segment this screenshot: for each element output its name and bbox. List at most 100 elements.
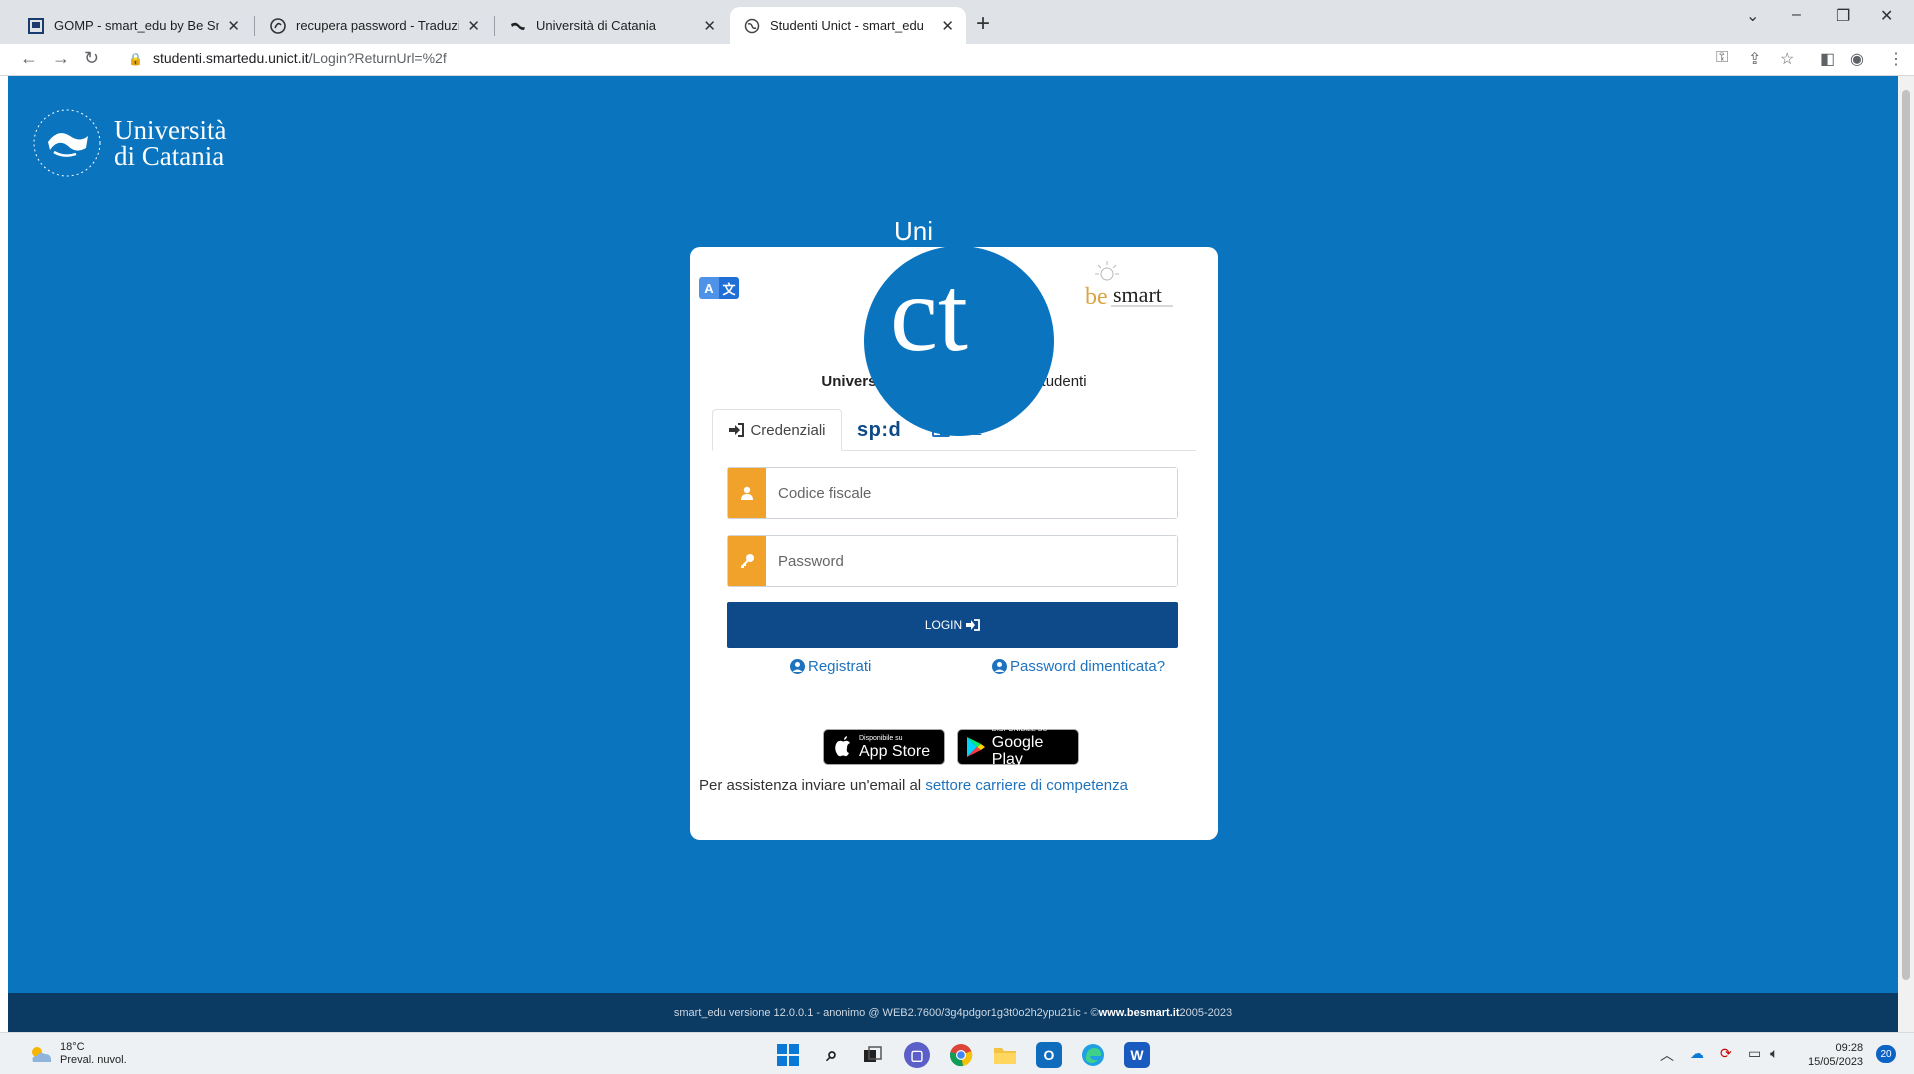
browser-address-bar: ← → ↻ 🔒 studenti.smartedu.unict.it/Login?…: [0, 44, 1914, 76]
tab-credenziali-label: Credenziali: [750, 421, 826, 439]
network-icon[interactable]: ▭: [1748, 1045, 1761, 1062]
lock-icon[interactable]: 🔒: [128, 52, 143, 66]
googleplay-big-text: Google Play: [991, 734, 1044, 768]
close-tab-icon[interactable]: ✕: [227, 17, 240, 35]
weather-description: Preval. nuvol.: [60, 1054, 127, 1066]
assistance-text: Per assistenza inviare un'email al setto…: [699, 777, 1128, 794]
tab-credenziali[interactable]: Credenziali: [712, 409, 842, 451]
edge-icon[interactable]: [1080, 1042, 1106, 1068]
onedrive-cloud-icon[interactable]: ☁: [1690, 1045, 1704, 1062]
reverso-favicon-icon: [270, 17, 286, 34]
tab-search-chevron-icon[interactable]: ⌄: [1746, 6, 1759, 26]
chrome-icon[interactable]: [948, 1042, 974, 1068]
user-circle-icon: [992, 659, 1007, 674]
logo-line-1: Università: [114, 115, 227, 145]
close-tab-icon[interactable]: ✕: [467, 17, 480, 35]
browser-tab-unict[interactable]: Università di Catania ✕: [496, 7, 728, 44]
share-icon[interactable]: ⇪: [1748, 49, 1761, 69]
footer-years: 2005-2023: [1179, 1006, 1233, 1019]
university-seal-icon: [33, 109, 101, 177]
clock-date: 15/05/2023: [1808, 1056, 1864, 1068]
browser-tab-gomp[interactable]: GOMP - smart_edu by Be Smart ✕: [14, 7, 252, 44]
windows-start-icon[interactable]: [775, 1042, 801, 1068]
reload-icon[interactable]: ↻: [84, 48, 99, 69]
globe-favicon-icon: [744, 18, 760, 34]
file-explorer-icon[interactable]: [992, 1042, 1018, 1068]
browser-menu-icon[interactable]: ⋮: [1888, 49, 1904, 69]
browser-tab-studenti-active[interactable]: Studenti Unict - smart_edu ✕: [730, 7, 966, 44]
bookmark-star-icon[interactable]: ☆: [1780, 49, 1794, 69]
login-button-label: LOGIN: [924, 618, 963, 632]
windows-taskbar: 18°C Preval. nuvol. ⌕ ▢ O W ︿ ☁ ⟳ ▭ 🔈︎ 0…: [0, 1032, 1914, 1074]
footer-text: smart_edu versione 12.0.0.1 - anonimo @ …: [673, 1006, 1099, 1019]
back-arrow-icon[interactable]: ←: [20, 48, 38, 69]
outlook-icon[interactable]: O: [1036, 1042, 1062, 1068]
appstore-small-text: Disponibile su: [859, 734, 903, 742]
footer-brand-link[interactable]: www.besmart.it: [1099, 1007, 1180, 1019]
tab-title: Studenti Unict - smart_edu: [770, 18, 924, 33]
profile-avatar-icon[interactable]: ◉: [1850, 49, 1864, 69]
assistance-link[interactable]: settore carriere di competenza: [925, 777, 1128, 794]
teams-chat-icon[interactable]: ▢: [904, 1042, 930, 1068]
url-host: studenti.smartedu.unict.it: [152, 50, 309, 66]
forgot-password-label: Password dimenticata?: [1010, 658, 1166, 675]
logo-line-2: di Catania: [114, 141, 225, 171]
cloud-sun-icon: [32, 1047, 52, 1062]
tab-divider: [494, 16, 495, 36]
weather-widget[interactable]: 18°C Preval. nuvol.: [28, 1041, 127, 1067]
close-tab-icon[interactable]: ✕: [703, 17, 716, 35]
besmart-smart-text: smart: [1113, 282, 1162, 307]
url-path: /Login?ReturnUrl=%2f: [308, 50, 447, 66]
key-icon: [728, 536, 766, 586]
key-icon[interactable]: ⚿: [1716, 49, 1728, 67]
user-circle-icon: [790, 659, 805, 674]
volume-icon[interactable]: 🔈︎: [1770, 1045, 1778, 1062]
sync-alert-icon[interactable]: ⟳: [1720, 1045, 1732, 1062]
gomp-favicon-icon: [28, 17, 44, 34]
unict-favicon-icon: [510, 18, 526, 34]
google-play-badge[interactable]: DISPONIBILE SU Google Play: [957, 726, 1079, 768]
unict-badge-logo: Uni ct: [864, 210, 1054, 436]
unict-logo[interactable]: Università di Catania: [30, 106, 226, 180]
translate-icon[interactable]: A 文: [699, 277, 739, 299]
new-tab-button[interactable]: +: [976, 10, 990, 38]
page-footer: smart_edu versione 12.0.0.1 - anonimo @ …: [8, 993, 1898, 1032]
tab-divider: [254, 16, 255, 36]
clock-time: 09:28: [1835, 1042, 1864, 1054]
notification-count-badge[interactable]: 20: [1876, 1045, 1896, 1063]
apple-icon: [835, 736, 850, 757]
weather-temperature: 18°C: [60, 1041, 85, 1053]
fiscal-code-field: [727, 467, 1178, 519]
word-icon[interactable]: W: [1124, 1042, 1150, 1068]
sign-in-icon: [729, 423, 745, 437]
page-scrollbar[interactable]: [1898, 76, 1914, 1032]
google-play-icon: [967, 737, 985, 757]
restore-window-icon[interactable]: ❐: [1836, 6, 1850, 26]
browser-tab-reverso[interactable]: recupera password - Traduzione ✕: [256, 7, 492, 44]
taskbar-clock[interactable]: 09:28 15/05/2023: [1808, 1041, 1863, 1069]
password-input[interactable]: [766, 536, 1177, 586]
besmart-logo[interactable]: be smart: [1085, 254, 1200, 314]
search-icon[interactable]: ⌕: [819, 1042, 845, 1068]
app-store-badge[interactable]: Disponibile su App Store: [823, 729, 945, 765]
forgot-password-link[interactable]: Password dimenticata?: [992, 658, 1165, 675]
side-panel-icon[interactable]: ◧: [1820, 49, 1835, 69]
close-window-icon[interactable]: ✕: [1880, 6, 1893, 26]
login-button[interactable]: LOGIN: [727, 602, 1178, 648]
minimize-window-icon[interactable]: –: [1792, 6, 1801, 24]
badge-ct-text: ct: [890, 255, 968, 374]
task-view-icon[interactable]: [860, 1042, 886, 1068]
browser-tab-bar: GOMP - smart_edu by Be Smart ✕ recupera …: [0, 0, 1914, 44]
scrollbar-thumb[interactable]: [1902, 90, 1910, 980]
fiscal-code-input[interactable]: [766, 468, 1177, 518]
besmart-be-text: be: [1085, 284, 1108, 310]
login-page: Università di Catania A 文 be smart Unive…: [8, 76, 1898, 1032]
register-link[interactable]: Registrati: [790, 658, 871, 675]
url-field[interactable]: 🔒 studenti.smartedu.unict.it/Login?Return…: [128, 50, 447, 66]
tab-title: Università di Catania: [536, 18, 656, 33]
password-field: [727, 535, 1178, 587]
register-link-label: Registrati: [808, 658, 872, 675]
show-hidden-icons-chevron-icon[interactable]: ︿: [1660, 1045, 1674, 1065]
forward-arrow-icon[interactable]: →: [52, 48, 70, 69]
close-tab-icon[interactable]: ✕: [941, 17, 954, 35]
